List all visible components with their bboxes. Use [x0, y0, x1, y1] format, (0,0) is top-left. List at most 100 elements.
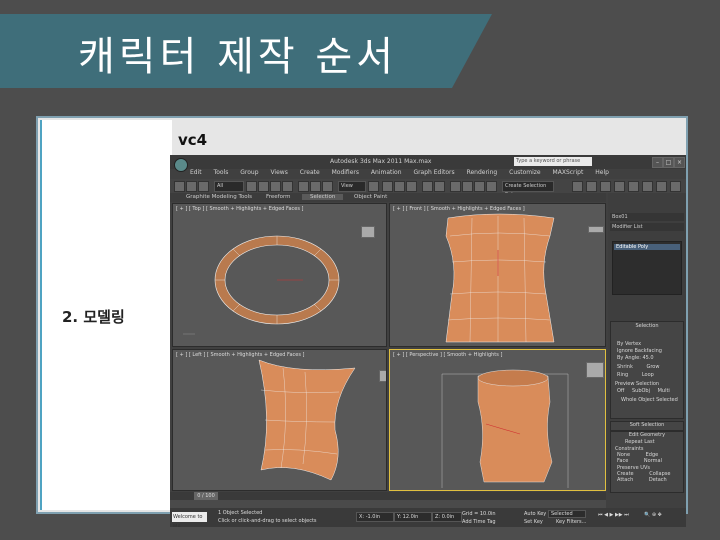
- preview-off-radio[interactable]: Off: [617, 388, 624, 394]
- by-vertex-checkbox[interactable]: By Vertex: [617, 341, 683, 347]
- rotate-icon[interactable]: [310, 181, 321, 192]
- teapot-render-icon[interactable]: [628, 181, 639, 192]
- link-icon[interactable]: [198, 181, 209, 192]
- menu-item-edit[interactable]: Edit: [190, 169, 202, 176]
- move-icon[interactable]: [298, 181, 309, 192]
- add-time-tag-button[interactable]: Add Time Tag: [462, 519, 496, 525]
- effects-icon[interactable]: [656, 181, 667, 192]
- close-icon[interactable]: ×: [674, 157, 685, 168]
- attach-button[interactable]: Attach: [617, 477, 633, 483]
- tab-graphite-modeling-tools[interactable]: Graphite Modeling Tools: [186, 194, 252, 200]
- rollout-header[interactable]: Soft Selection: [611, 422, 683, 428]
- viewport-front[interactable]: [ + ] [ Front ] [ Smooth + Highlights + …: [389, 203, 606, 347]
- time-slider-knob[interactable]: 0 / 100: [194, 492, 218, 500]
- rendered-frame-window-icon[interactable]: [600, 181, 611, 192]
- menu-item-graph-editors[interactable]: Graph Editors: [413, 169, 454, 176]
- window-crossing-icon[interactable]: [282, 181, 293, 192]
- x-coordinate-field[interactable]: X: -1.0in: [356, 512, 394, 522]
- playback-controls[interactable]: ⏮ ◀ ▶ ▶▶ ⏭: [598, 512, 629, 518]
- menu-item-create[interactable]: Create: [300, 169, 320, 176]
- menu-item-animation[interactable]: Animation: [371, 169, 402, 176]
- object-name-field[interactable]: Box01: [610, 213, 684, 221]
- detach-button[interactable]: Detach: [649, 477, 667, 483]
- percent-snap-icon[interactable]: [406, 181, 417, 192]
- app-window: Autodesk 3ds Max 2011 Max.max Type a key…: [170, 155, 686, 527]
- mirror-icon[interactable]: [422, 181, 433, 192]
- menu-item-modifiers[interactable]: Modifiers: [332, 169, 359, 176]
- time-slider[interactable]: 0 / 100: [170, 492, 606, 500]
- constraint-normal-radio[interactable]: Normal: [644, 458, 662, 464]
- key-mode-dropdown[interactable]: Selected: [548, 510, 586, 518]
- redo-icon[interactable]: [186, 181, 197, 192]
- loop-button[interactable]: Loop: [642, 372, 654, 378]
- environment-icon[interactable]: [642, 181, 653, 192]
- schematic-view-icon[interactable]: [486, 181, 497, 192]
- preview-subobj-radio[interactable]: SubObj: [632, 388, 650, 394]
- viewport-left[interactable]: [ + ] [ Left ] [ Smooth + Highlights + E…: [172, 349, 387, 491]
- menu-item-customize[interactable]: Customize: [509, 169, 541, 176]
- render-production-icon[interactable]: [614, 181, 625, 192]
- curve-editor-icon[interactable]: [474, 181, 485, 192]
- named-selection-set-dropdown[interactable]: Create Selection Set: [502, 181, 554, 198]
- ring-button[interactable]: Ring: [617, 372, 628, 378]
- rectangle-selection-icon[interactable]: [270, 181, 281, 192]
- menu-item-maxscript[interactable]: MAXScript: [553, 169, 584, 176]
- attach-detach-row[interactable]: Attach Detach: [617, 477, 683, 483]
- align-icon[interactable]: [434, 181, 445, 192]
- shrink-grow-buttons[interactable]: Shrink Grow: [617, 364, 683, 370]
- by-angle-checkbox[interactable]: By Angle: 45.0: [617, 355, 683, 361]
- tab-selection[interactable]: Selection: [302, 194, 344, 200]
- menu-item-group[interactable]: Group: [240, 169, 258, 176]
- menu-bar: Edit Tools Group Views Create Modifiers …: [190, 169, 619, 179]
- material-editor-icon[interactable]: [572, 181, 583, 192]
- render-preset-icon[interactable]: [670, 181, 681, 192]
- z-coordinate-field[interactable]: Z: 0.0in: [432, 512, 462, 522]
- stack-item-editable-poly[interactable]: Editable Poly: [614, 244, 680, 250]
- scale-icon[interactable]: [322, 181, 333, 192]
- preview-multi-radio[interactable]: Multi: [658, 388, 670, 394]
- modifier-list-dropdown[interactable]: Modifier List: [610, 223, 684, 231]
- menu-item-views[interactable]: Views: [270, 169, 287, 176]
- viewport-top[interactable]: [ + ] [ Top ] [ Smooth + Highlights + Ed…: [172, 203, 387, 347]
- undo-icon[interactable]: [174, 181, 185, 192]
- layer-manager-icon[interactable]: [450, 181, 461, 192]
- set-key-button[interactable]: Set Key: [524, 519, 543, 525]
- angle-snap-icon[interactable]: [394, 181, 405, 192]
- shrink-button[interactable]: Shrink: [617, 364, 633, 370]
- constraints-row-2[interactable]: Face Normal: [617, 458, 683, 464]
- reference-coordinate-dropdown[interactable]: View: [338, 181, 366, 192]
- viewport-navigation-controls[interactable]: 🔍 ⊕ ✥: [644, 512, 662, 518]
- menu-item-help[interactable]: Help: [595, 169, 609, 176]
- key-filters-button[interactable]: Key Filters...: [556, 519, 586, 525]
- graphite-toggle-icon[interactable]: [462, 181, 473, 192]
- minimize-icon[interactable]: –: [652, 157, 663, 168]
- tab-object-paint[interactable]: Object Paint: [354, 194, 387, 200]
- viewport-perspective[interactable]: [ + ] [ Perspective ] [ Smooth + Highlig…: [389, 349, 606, 491]
- soft-selection-rollout[interactable]: Soft Selection: [610, 421, 684, 431]
- repeat-last-button[interactable]: Repeat Last: [625, 439, 683, 445]
- menu-item-rendering[interactable]: Rendering: [467, 169, 498, 176]
- modifier-stack[interactable]: Editable Poly: [612, 241, 682, 295]
- app-logo-icon[interactable]: [174, 158, 188, 172]
- rollout-header[interactable]: Edit Geometry: [611, 432, 683, 438]
- tab-freeform[interactable]: Freeform: [266, 194, 291, 200]
- grow-button[interactable]: Grow: [646, 364, 659, 370]
- track-bar[interactable]: [170, 500, 606, 508]
- select-by-name-icon[interactable]: [258, 181, 269, 192]
- auto-key-button[interactable]: Auto Key: [524, 511, 546, 517]
- ring-loop-buttons[interactable]: Ring Loop: [617, 372, 683, 378]
- snap-icon[interactable]: [382, 181, 393, 192]
- select-object-icon[interactable]: [246, 181, 257, 192]
- maxscript-listener[interactable]: Welcome to MA: [172, 512, 207, 527]
- rollout-header[interactable]: Selection: [611, 323, 683, 329]
- preview-selection-options[interactable]: Off SubObj Multi: [617, 388, 683, 394]
- search-input[interactable]: Type a keyword or phrase: [514, 157, 592, 166]
- ignore-backfacing-checkbox[interactable]: Ignore Backfacing: [617, 348, 683, 354]
- menu-item-tools[interactable]: Tools: [214, 169, 229, 176]
- selection-filter-dropdown[interactable]: All: [214, 181, 244, 192]
- constraint-face-radio[interactable]: Face: [617, 458, 628, 464]
- maximize-icon[interactable]: □: [663, 157, 674, 168]
- y-coordinate-field[interactable]: Y: 12.0in: [394, 512, 432, 522]
- render-setup-icon[interactable]: [586, 181, 597, 192]
- pivot-icon[interactable]: [368, 181, 379, 192]
